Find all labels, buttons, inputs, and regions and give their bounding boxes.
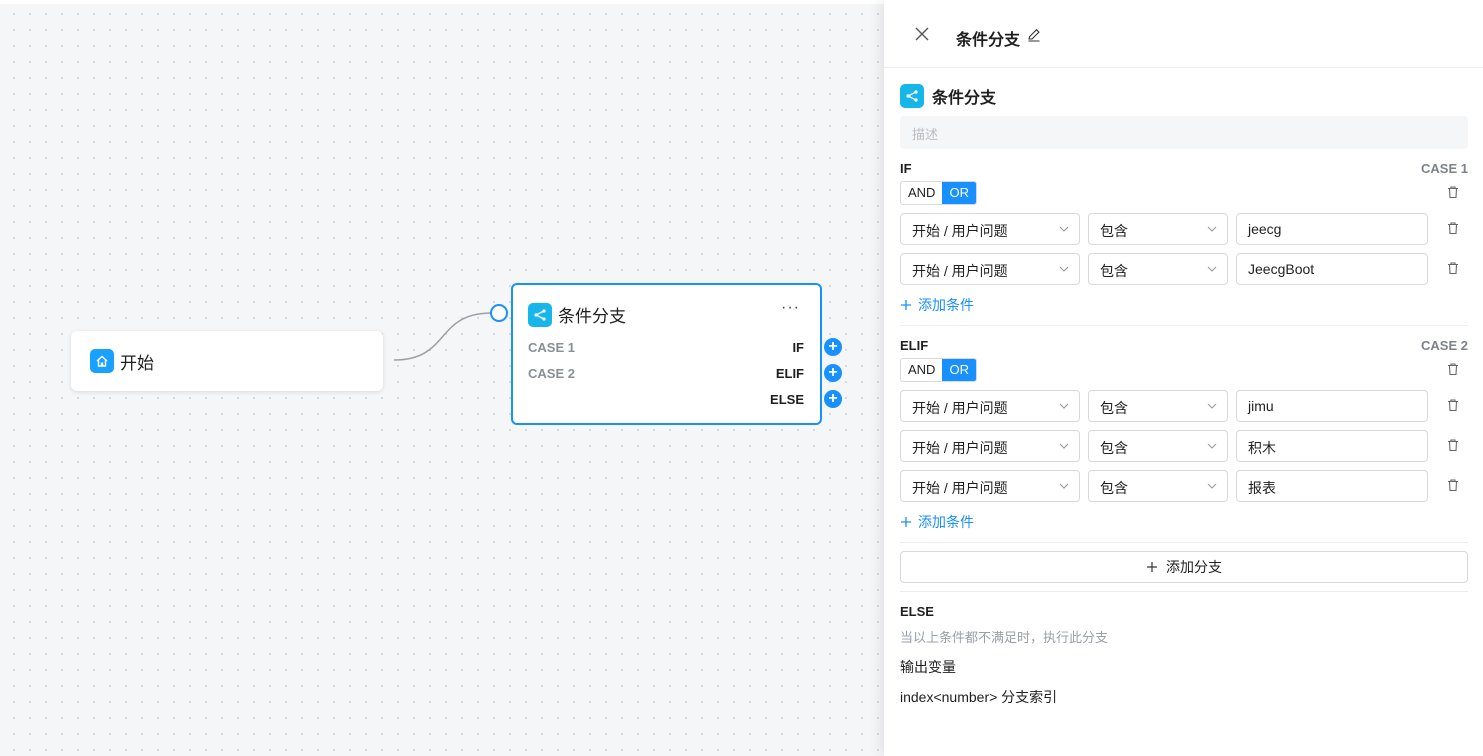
operator-select[interactable]: 包含 xyxy=(1088,253,1228,285)
delete-condition-icon[interactable] xyxy=(1446,261,1460,275)
delete-condition-icon[interactable] xyxy=(1446,221,1460,235)
branch-type-label: ELIF xyxy=(775,366,804,381)
and-option[interactable]: AND xyxy=(901,359,942,381)
case-label: CASE 2 xyxy=(528,366,575,381)
add-elif-branch-port-icon[interactable]: + xyxy=(824,364,842,382)
operator-select[interactable]: 包含 xyxy=(1088,390,1228,422)
variable-select-value: 开始 / 用户问题 xyxy=(912,480,1008,496)
operator-select-value: 包含 xyxy=(1100,223,1128,239)
add-if-branch-port-icon[interactable]: + xyxy=(824,338,842,356)
variable-select[interactable]: 开始 / 用户问题 xyxy=(900,253,1080,285)
or-option[interactable]: OR xyxy=(942,359,976,381)
add-branch-label: 添加分支 xyxy=(1166,559,1222,575)
operator-select-value: 包含 xyxy=(1100,400,1128,416)
chevron-down-icon xyxy=(1207,443,1217,449)
add-else-branch-port-icon[interactable]: + xyxy=(824,390,842,408)
if-label: IF xyxy=(900,161,912,176)
section-title: 条件分支 xyxy=(900,84,996,108)
chevron-down-icon xyxy=(1059,226,1069,232)
operator-select[interactable]: 包含 xyxy=(1088,470,1228,502)
divider xyxy=(900,325,1468,326)
variable-select[interactable]: 开始 / 用户问题 xyxy=(900,430,1080,462)
drawer-title: 条件分支 xyxy=(956,32,1021,49)
plus-icon xyxy=(901,517,911,527)
section-title-text: 条件分支 xyxy=(932,90,997,107)
and-option[interactable]: AND xyxy=(901,182,942,204)
value-input[interactable]: jimu xyxy=(1236,390,1428,422)
close-icon[interactable] xyxy=(914,26,930,42)
output-variable-item: index<number> 分支索引 xyxy=(900,689,1058,705)
add-branch-button[interactable]: 添加分支 xyxy=(900,551,1468,583)
delete-branch-icon[interactable] xyxy=(1446,362,1460,376)
variable-select-value: 开始 / 用户问题 xyxy=(912,400,1008,416)
operator-select[interactable]: 包含 xyxy=(1088,430,1228,462)
drawer-header: 条件分支 xyxy=(884,0,1483,68)
elif-label: ELIF xyxy=(900,338,929,353)
else-description: 当以上条件都不满足时，执行此分支 xyxy=(900,630,1109,645)
condition-branch-node[interactable]: 条件分支 ··· CASE 1 IF CASE 2 ELIF ELSE xyxy=(511,283,822,425)
description-input[interactable]: 描述 xyxy=(900,116,1468,149)
add-condition-label: 添加条件 xyxy=(918,297,974,313)
divider xyxy=(900,591,1468,592)
plus-icon xyxy=(1147,562,1157,572)
edit-title-icon[interactable] xyxy=(1027,28,1041,42)
more-menu-icon[interactable]: ··· xyxy=(781,300,800,316)
operator-select-value: 包含 xyxy=(1100,440,1128,456)
variable-select[interactable]: 开始 / 用户问题 xyxy=(900,213,1080,245)
branch-node-input-port[interactable] xyxy=(490,304,508,322)
case-2-label: CASE 2 xyxy=(1421,338,1468,353)
operator-select-value: 包含 xyxy=(1100,480,1128,496)
add-condition-label: 添加条件 xyxy=(918,514,974,530)
branch-icon xyxy=(900,84,924,108)
value-input[interactable]: 积木 xyxy=(1236,430,1428,462)
value-input[interactable]: JeecgBoot xyxy=(1236,253,1428,285)
chevron-down-icon xyxy=(1059,403,1069,409)
add-condition-button[interactable]: 添加条件 xyxy=(900,295,974,315)
else-label: ELSE xyxy=(900,604,934,619)
chevron-down-icon xyxy=(1059,483,1069,489)
branch-node-title: 条件分支 xyxy=(558,307,626,326)
output-variables-title: 输出变量 xyxy=(900,659,956,675)
logic-toggle[interactable]: AND OR xyxy=(900,358,977,382)
add-condition-button[interactable]: 添加条件 xyxy=(900,512,974,532)
delete-condition-icon[interactable] xyxy=(1446,398,1460,412)
variable-select-value: 开始 / 用户问题 xyxy=(912,263,1008,279)
chevron-down-icon xyxy=(1059,266,1069,272)
case-1-label: CASE 1 xyxy=(1421,161,1468,176)
plus-icon xyxy=(901,300,911,310)
chevron-down-icon xyxy=(1207,266,1217,272)
chevron-down-icon xyxy=(1059,443,1069,449)
chevron-down-icon xyxy=(1207,483,1217,489)
variable-select[interactable]: 开始 / 用户问题 xyxy=(900,390,1080,422)
logic-toggle[interactable]: AND OR xyxy=(900,181,977,205)
variable-select-value: 开始 / 用户问题 xyxy=(912,223,1008,239)
variable-select[interactable]: 开始 / 用户问题 xyxy=(900,470,1080,502)
delete-condition-icon[interactable] xyxy=(1446,438,1460,452)
workflow-canvas[interactable]: 开始 条件分支 ··· CASE 1 IF CASE 2 ELIF ELSE +… xyxy=(0,0,884,756)
branch-row-else: ELSE xyxy=(528,392,804,407)
delete-branch-icon[interactable] xyxy=(1446,185,1460,199)
branch-type-label: ELSE xyxy=(770,392,804,407)
start-node-title: 开始 xyxy=(120,353,154,373)
value-input[interactable]: jeecg xyxy=(1236,213,1428,245)
variable-select-value: 开始 / 用户问题 xyxy=(912,440,1008,456)
start-node[interactable]: 开始 xyxy=(71,331,383,391)
case-label: CASE 1 xyxy=(528,340,575,355)
delete-condition-icon[interactable] xyxy=(1446,478,1460,492)
chevron-down-icon xyxy=(1207,403,1217,409)
node-settings-drawer: 条件分支 条件分支 描述 IF CASE 1 AND OR 开始 / 用户问题 … xyxy=(884,0,1483,756)
chevron-down-icon xyxy=(1207,226,1217,232)
or-option[interactable]: OR xyxy=(942,182,976,204)
branch-row-case2: CASE 2 ELIF xyxy=(528,366,804,381)
operator-select[interactable]: 包含 xyxy=(1088,213,1228,245)
value-input[interactable]: 报表 xyxy=(1236,470,1428,502)
operator-select-value: 包含 xyxy=(1100,263,1128,279)
branch-icon xyxy=(528,302,552,327)
home-icon xyxy=(90,349,114,373)
divider xyxy=(900,542,1468,543)
branch-row-case1: CASE 1 IF xyxy=(528,340,804,355)
branch-type-label: IF xyxy=(792,340,804,355)
